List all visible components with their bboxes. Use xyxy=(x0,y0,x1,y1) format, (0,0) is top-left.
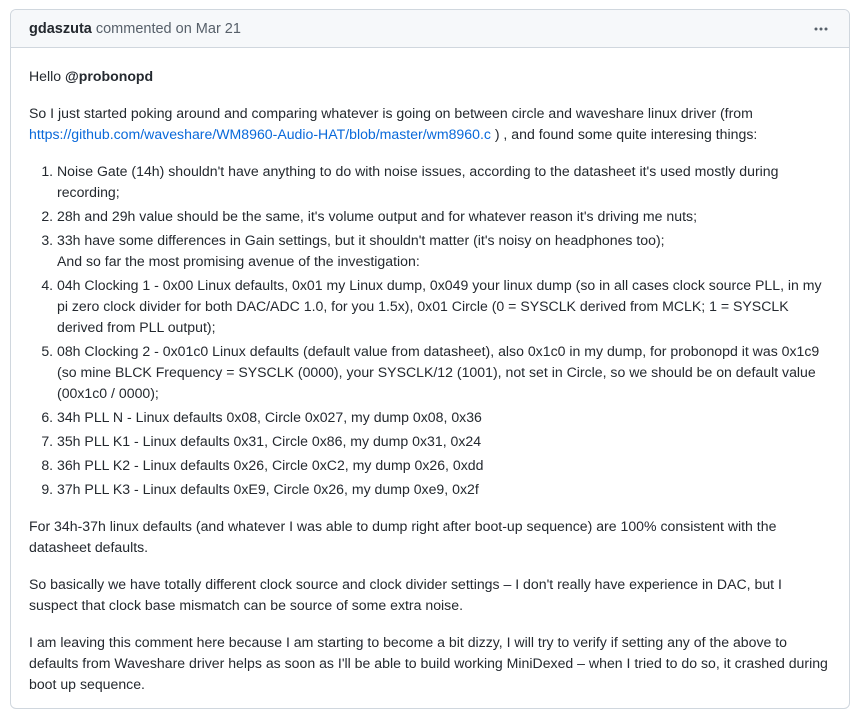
author-link[interactable]: gdaszuta xyxy=(29,21,92,37)
list-item: Noise Gate (14h) shouldn't have anything… xyxy=(57,161,831,203)
clock-paragraph: So basically we have totally different c… xyxy=(29,576,782,613)
intro-tail: ) , and found some quite interesing thin… xyxy=(494,126,758,142)
intro-text: So I just started poking around and comp… xyxy=(29,105,753,121)
list-item: 35h PLL K1 - Linux defaults 0x31, Circle… xyxy=(57,431,831,452)
comment-header: gdaszuta commented on Mar 21 xyxy=(11,10,849,48)
list-item: 28h and 29h value should be the same, it… xyxy=(57,206,831,227)
list-item: 04h Clocking 1 - 0x00 Linux defaults, 0x… xyxy=(57,275,831,338)
comment-action: commented on xyxy=(95,20,192,37)
comment-body: Hello @probonopd So I just started pokin… xyxy=(11,48,849,695)
greeting: Hello @probonopd xyxy=(29,66,831,87)
comment-box: gdaszuta commented on Mar 21 Hello @prob… xyxy=(10,9,850,709)
findings-list: Noise Gate (14h) shouldn't have anything… xyxy=(29,161,831,500)
defaults-paragraph: For 34h-37h linux defaults (and whatever… xyxy=(29,518,777,555)
list-item: 34h PLL N - Linux defaults 0x08, Circle … xyxy=(57,407,831,428)
kebab-horizontal-icon[interactable] xyxy=(809,19,833,39)
driver-source-link[interactable]: https://github.com/waveshare/WM8960-Audi… xyxy=(29,126,491,142)
greeting-text: Hello xyxy=(29,68,62,84)
list-item: 08h Clocking 2 - 0x01c0 Linux defaults (… xyxy=(57,341,831,404)
closing-paragraph: I am leaving this comment here because I… xyxy=(29,634,828,692)
list-item: 37h PLL K3 - Linux defaults 0xE9, Circle… xyxy=(57,479,831,500)
intro-paragraph: So I just started poking around and comp… xyxy=(29,103,831,145)
user-mention[interactable]: @probonopd xyxy=(65,68,153,84)
comment-date[interactable]: Mar 21 xyxy=(196,21,241,37)
list-item: 33h have some differences in Gain settin… xyxy=(57,230,831,272)
list-item-extra: And so far the most promising avenue of … xyxy=(57,253,420,269)
comment-meta: commented on Mar 21 xyxy=(96,21,241,37)
list-item: 36h PLL K2 - Linux defaults 0x26, Circle… xyxy=(57,455,831,476)
